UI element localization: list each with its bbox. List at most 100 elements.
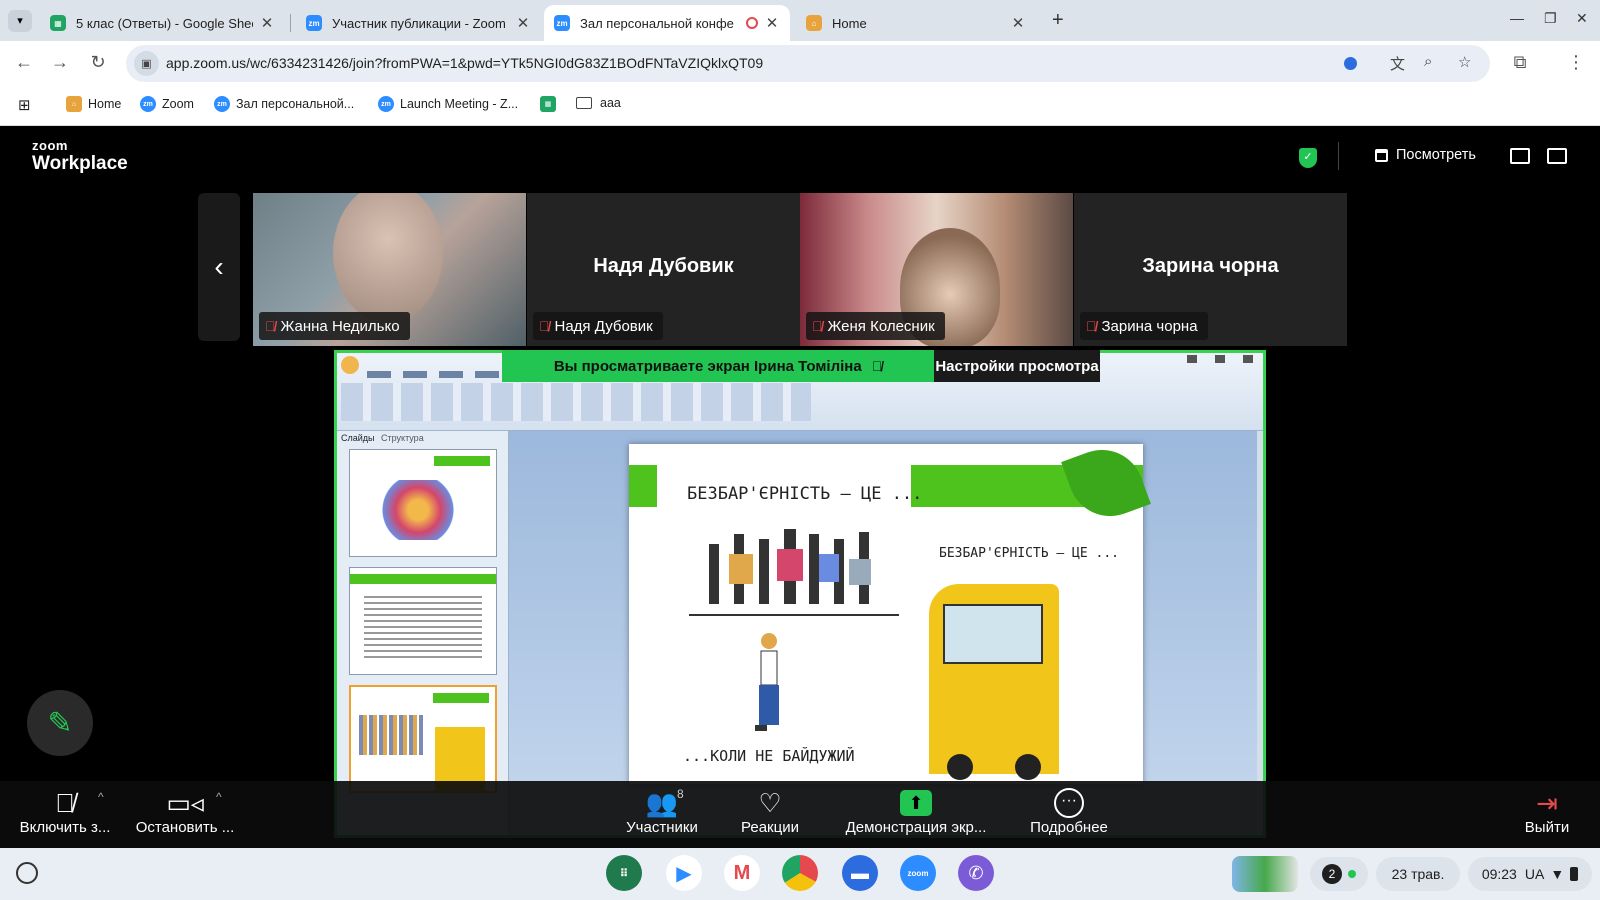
tab-title: Home [832,15,867,31]
close-icon[interactable]: ✕ [764,14,780,32]
browser-toolbar: ← → ↻ ▣ app.zoom.us/wc/6334231426/join?f… [0,41,1600,86]
extension-icon[interactable] [1344,57,1357,70]
back-icon[interactable]: ← [12,52,36,73]
launcher-icon[interactable] [16,862,38,884]
pane-tab-slides: Слайды [341,433,375,443]
share-label: Демонстрация экр... [845,819,987,836]
scrollbar[interactable] [1257,431,1263,835]
annotate-pen-button[interactable]: ✎ [27,690,93,756]
prev-page-button[interactable]: ‹ [198,193,240,341]
notification-pill[interactable]: 2 [1310,857,1368,891]
url-text: app.zoom.us/wc/6334231426/join?fromPWA=1… [166,55,764,71]
meeting-controls: 🎙̸ Включить з... ^ ▭◃ Остановить ... ^ 👥… [0,781,1600,848]
close-icon[interactable]: ✕ [259,14,275,32]
participant-name-large: Зарина чорна [1142,255,1279,277]
tab-title: Зал персональной конфе [580,15,734,31]
office-button-icon [341,356,359,374]
leave-label: Выйти [1524,819,1570,836]
audio-options-caret[interactable]: ^ [98,781,104,813]
os-shelf: ⠿ ▶ M ▬ zoom ✆ 2 23 трав. 09:23 UA ▼ [0,848,1600,900]
ribbon-tabs [367,371,517,378]
view-settings-button[interactable]: Настройки просмотра [934,350,1100,382]
browser-tab-zoom-room[interactable]: zm Зал персональной конфе ✕ [544,5,790,41]
more-button[interactable]: ··· Подробнее [1022,787,1116,836]
zoom-app-icon[interactable]: zoom [900,855,936,891]
browser-tab-home[interactable]: ⌂ Home ✕ [796,5,1036,41]
gmail-icon[interactable]: M [724,855,760,891]
participant-label: 🎙̸ Зарина чорна [1080,312,1208,340]
new-tab-button[interactable]: + [1052,9,1064,32]
tab-title: Участник публикации - Zoom [332,15,506,31]
bookmark-zoom-room[interactable]: zm Зал персональной... [214,96,354,112]
participant-tile[interactable]: Зарина чорна 🎙̸ Зарина чорна [1074,193,1347,346]
apps-icon[interactable]: ⊞ [18,96,31,114]
address-bar[interactable]: ▣ app.zoom.us/wc/6334231426/join?fromPWA… [126,45,1490,82]
status-area[interactable]: 09:23 UA ▼ [1468,857,1592,891]
bookmark-launch-meeting[interactable]: zm Launch Meeting - Z... [378,96,518,112]
app-grid-icon[interactable]: ⠿ [606,855,642,891]
bookmark-sheets[interactable]: ▦ [540,96,562,112]
fullscreen-icon[interactable] [1547,148,1567,164]
pip-icon[interactable] [1510,148,1530,164]
slides-pane: Слайды Структура [337,431,509,835]
share-screen-icon: ⬆ [836,787,996,819]
bookmark-star-icon[interactable]: ☆ [1458,53,1471,71]
participant-tile[interactable]: 🎙̸ Жанна Недилько [253,193,526,346]
mic-muted-icon: 🎙̸ [539,318,550,334]
view-button[interactable]: Посмотреть [1375,147,1476,163]
browser-tab-sheets[interactable]: ▦ 5 клас (Ответы) - Google Shee ✕ [40,5,285,41]
close-window-icon[interactable]: ✕ [1576,10,1588,27]
zoom-icon[interactable]: ⌕ [1424,53,1432,70]
bookmark-zoom[interactable]: zm Zoom [140,96,194,112]
holding-space-thumbnail[interactable] [1232,856,1298,892]
chrome-icon[interactable] [782,855,818,891]
clock: 09:23 [1481,866,1517,882]
folder-icon [576,97,592,109]
participant-tile[interactable]: Надя Дубовик 🎙̸ Надя Дубовик [527,193,800,346]
header-divider [1338,142,1339,170]
leave-icon: ⇥ [1536,787,1558,818]
extensions-icon[interactable]: ⧉ [1508,52,1532,73]
slide-thumbnail [349,567,497,675]
stop-video-button[interactable]: ▭◃ Остановить ... [130,787,240,837]
video-options-caret[interactable]: ^ [216,781,222,813]
site-info-icon[interactable]: ▣ [134,51,159,76]
restore-icon[interactable]: ❐ [1544,10,1557,27]
close-icon[interactable]: ✕ [515,14,531,32]
browser-tab-zoom-participant[interactable]: zm Участник публикации - Zoom ✕ [296,5,541,41]
forward-icon[interactable]: → [48,52,72,73]
bookmark-home[interactable]: ⌂ Home [66,96,121,112]
status-dot-icon [1348,870,1356,878]
date-pill[interactable]: 23 трав. [1376,857,1460,891]
wifi-icon: ▼ [1550,866,1565,882]
leaf-icon [1061,438,1151,528]
zoom-icon: zm [378,96,394,112]
ribbon-groups [341,383,811,421]
tab-search-button[interactable]: ▾ [8,10,32,32]
play-store-icon[interactable]: ▶ [666,855,702,891]
share-screen-button[interactable]: ⬆ Демонстрация экр... [836,787,996,836]
browser-tab-bar: ▾ ▦ 5 клас (Ответы) - Google Shee ✕ zm У… [0,0,1600,41]
reactions-label: Реакции [741,819,799,836]
files-icon[interactable]: ▬ [842,855,878,891]
shared-screen[interactable]: Слайды Структура БЕЗБАР'ЄРНІСТЬ — ЦЕ ...… [334,350,1266,838]
participant-name: Зарина чорна [1101,317,1198,335]
leave-button[interactable]: ⇥ Выйти [1516,787,1578,837]
reload-icon[interactable]: ↻ [86,52,110,73]
crowd-illustration [689,529,899,616]
minimize-icon[interactable]: — [1510,10,1524,26]
pencil-icon: ✎ [47,706,73,740]
close-icon[interactable]: ✕ [1010,14,1026,32]
participants-button[interactable]: 👥 8 Участники [620,787,704,836]
reactions-button[interactable]: ♡ Реакции [730,787,810,837]
menu-icon[interactable]: ⋮ [1564,52,1588,73]
participant-label: 🎙̸ Женя Колесник [806,312,945,340]
bookmark-folder[interactable]: ааа [576,96,621,110]
viber-icon[interactable]: ✆ [958,855,994,891]
mic-muted-icon: 🎙̸ [265,318,276,334]
participant-name: Женя Колесник [827,317,935,335]
participant-tile[interactable]: 🎙̸ Женя Колесник [800,193,1073,346]
translate-icon[interactable]: 文 [1390,53,1405,74]
security-shield-icon[interactable]: ✓ [1299,148,1317,168]
bus-illustration [929,584,1059,780]
